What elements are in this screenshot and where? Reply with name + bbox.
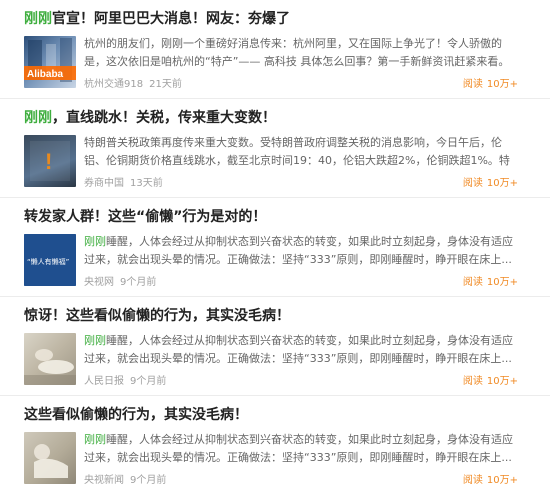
article-meta: 央视网 9个月前	[84, 273, 156, 288]
summary-text: 睡醒，人体会经过从抑制状态到兴奋状态的转变，如果此时立刻起身，身体没有适应过来，…	[84, 433, 513, 464]
publish-time: 13天前	[130, 178, 163, 189]
building-photo-icon: Alibaba	[24, 38, 76, 82]
summary-text: 特朗普关税政策再度传来重大变数。受特朗普政府调整关税的消息影响，今日午后，伦铝、…	[84, 136, 510, 167]
source-name: 人民日报	[84, 376, 124, 387]
article-title[interactable]: 刚刚，直线跳水！关税，传来重大变数！	[24, 108, 524, 128]
summary-highlight: 刚刚	[84, 235, 106, 248]
title-highlight: 刚刚	[24, 11, 52, 27]
thumb-alert-text: !	[45, 149, 52, 174]
read-label: 阅读	[462, 79, 483, 90]
publish-time: 9个月前	[130, 475, 167, 486]
title-text: ，直线跳水！关税，传来重大变数！	[52, 110, 276, 126]
summary-text: 杭州的朋友们，刚刚一个重磅好消息传来：杭州阿里，又在国际上争光了！令人骄傲的是，…	[84, 37, 510, 68]
thumb-logo-text: Alibaba	[27, 69, 64, 80]
title-highlight: 刚刚	[24, 110, 52, 126]
summary-highlight: 刚刚	[84, 334, 106, 347]
read-number: 10万+	[486, 178, 518, 189]
lying-figure-photo-icon	[24, 349, 76, 385]
read-number: 10万+	[486, 79, 518, 90]
article-summary: 特朗普关税政策再度传来重大变数。受特朗普政府调整关税的消息影响，今日午后，伦铝、…	[84, 134, 514, 172]
read-count: 阅读 10万+	[463, 75, 518, 90]
thumbnail[interactable]: Alibaba	[24, 36, 76, 88]
article-title[interactable]: 这些看似偷懒的行为，其实没毛病！	[24, 405, 524, 425]
alert-photo-icon: !	[30, 141, 70, 181]
article-title[interactable]: 惊讶！这些看似偷懒的行为，其实没毛病！	[24, 306, 524, 326]
thumbnail[interactable]: “懒人有懒福”	[24, 234, 76, 286]
source-name: 央视新闻	[84, 475, 124, 486]
read-label: 阅读	[462, 376, 483, 387]
article-summary: 刚刚睡醒，人体会经过从抑制状态到兴奋状态的转变，如果此时立刻起身，身体没有适应过…	[84, 431, 514, 469]
read-label: 阅读	[462, 277, 483, 288]
book-photo-icon: “懒人有懒福”	[24, 234, 76, 286]
title-text: 转发家人群！这些“偷懒”行为是对的！	[24, 209, 267, 225]
article-title[interactable]: 转发家人群！这些“偷懒”行为是对的！	[24, 207, 524, 227]
article-summary: 刚刚睡醒，人体会经过从抑制状态到兴奋状态的转变，如果此时立刻起身，身体没有适应过…	[84, 233, 514, 271]
article-summary: 刚刚睡醒，人体会经过从抑制状态到兴奋状态的转变，如果此时立刻起身，身体没有适应过…	[84, 332, 514, 370]
read-number: 10万+	[486, 376, 518, 387]
read-number: 10万+	[486, 277, 518, 288]
summary-text: 睡醒，人体会经过从抑制状态到兴奋状态的转变，如果此时立刻起身，身体没有适应过来，…	[84, 334, 513, 365]
read-count: 阅读 10万+	[463, 174, 518, 189]
source-name: 券商中国	[84, 178, 124, 189]
article-meta: 人民日报 9个月前	[84, 372, 166, 387]
summary-highlight: 刚刚	[84, 433, 106, 446]
article-meta: 央视新闻 9个月前	[84, 471, 166, 486]
read-count: 阅读 10万+	[463, 372, 518, 387]
read-count: 阅读 10万+	[463, 471, 518, 486]
title-text: 这些看似偷懒的行为，其实没毛病！	[24, 407, 248, 423]
list-item[interactable]: 惊讶！这些看似偷懒的行为，其实没毛病！ 刚刚睡醒，人体会经过从抑制状态到兴奋状态…	[0, 297, 550, 396]
publish-time: 9个月前	[120, 277, 157, 288]
article-meta: 券商中国 13天前	[84, 174, 163, 189]
list-item[interactable]: 刚刚官宣！阿里巴巴大消息！网友：夯爆了 Alibaba 杭州的朋友们，刚刚一个重…	[0, 0, 550, 99]
source-name: 杭州交通918	[84, 79, 144, 90]
news-feed: 刚刚官宣！阿里巴巴大消息！网友：夯爆了 Alibaba 杭州的朋友们，刚刚一个重…	[0, 0, 550, 504]
title-text: 惊讶！这些看似偷懒的行为，其实没毛病！	[24, 308, 290, 324]
read-number: 10万+	[486, 475, 518, 486]
thumb-caption-text: “懒人有懒福”	[27, 257, 69, 266]
publish-time: 9个月前	[130, 376, 167, 387]
article-title[interactable]: 刚刚官宣！阿里巴巴大消息！网友：夯爆了	[24, 9, 524, 29]
summary-text: 睡醒，人体会经过从抑制状态到兴奋状态的转变，如果此时立刻起身，身体没有适应过来，…	[84, 235, 513, 266]
read-count: 阅读 10万+	[463, 273, 518, 288]
thumbnail[interactable]	[24, 432, 76, 484]
read-label: 阅读	[462, 178, 483, 189]
list-item[interactable]: 刚刚，直线跳水！关税，传来重大变数！ ! 特朗普关税政策再度传来重大变数。受特朗…	[0, 99, 550, 198]
publish-time: 21天前	[149, 79, 182, 90]
read-label: 阅读	[462, 475, 483, 486]
thumbnail[interactable]	[24, 333, 76, 385]
title-text: 官宣！阿里巴巴大消息！网友：夯爆了	[52, 11, 290, 27]
list-item[interactable]: 这些看似偷懒的行为，其实没毛病！ 刚刚睡醒，人体会经过从抑制状态到兴奋状态的转变…	[0, 396, 550, 494]
article-meta: 杭州交通918 21天前	[84, 75, 182, 90]
resting-figure-photo-icon	[34, 444, 68, 478]
thumbnail[interactable]: !	[24, 135, 76, 187]
source-name: 央视网	[84, 277, 114, 288]
article-summary: 杭州的朋友们，刚刚一个重磅好消息传来：杭州阿里，又在国际上争光了！令人骄傲的是，…	[84, 35, 514, 73]
list-item[interactable]: 转发家人群！这些“偷懒”行为是对的！ “懒人有懒福” 刚刚睡醒，人体会经过从抑制…	[0, 198, 550, 297]
